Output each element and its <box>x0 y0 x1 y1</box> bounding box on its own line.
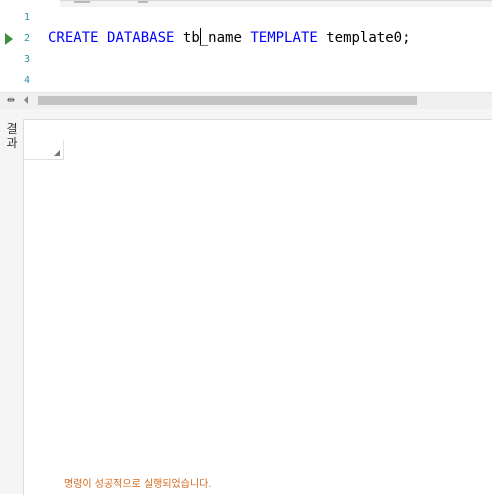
scrollbar-thumb[interactable] <box>38 96 417 105</box>
line-number: 4 <box>23 75 30 86</box>
identifier-part: tb <box>182 30 200 46</box>
play-arrow-icon <box>5 33 13 45</box>
results-pane: 결과 명령이 성공적으로 실행되었습니다. <box>0 109 492 495</box>
identifier-part: _name <box>199 30 242 46</box>
line-number: 2 <box>23 33 30 44</box>
sql-editor[interactable]: 1 2 CREATE DATABASE tb_name TEMPLATE tem… <box>0 0 492 92</box>
editor-line-1[interactable]: 1 <box>0 7 492 28</box>
template-value: template0; <box>326 30 411 46</box>
editor-tab-strip <box>60 0 492 7</box>
editor-line-3[interactable]: 3 <box>0 49 492 70</box>
split-handle-icon[interactable]: ⇹ <box>4 95 18 107</box>
keyword-create: CREATE <box>48 30 99 46</box>
keyword-database: DATABASE <box>107 30 175 46</box>
results-tab-label: 결과 <box>6 122 18 150</box>
keyword-template: TEMPLATE <box>250 30 318 46</box>
horizontal-scrollbar[interactable]: ⇹ <box>0 92 492 109</box>
tab-fragment <box>74 1 90 3</box>
results-grid[interactable]: 명령이 성공적으로 실행되었습니다. <box>23 119 492 495</box>
scroll-left-arrow-icon[interactable] <box>24 96 28 104</box>
tab-fragment <box>138 1 148 3</box>
corner-triangle-icon <box>54 150 60 156</box>
editor-line-2[interactable]: 2 CREATE DATABASE tb_name TEMPLATE templ… <box>0 28 492 49</box>
editor-line-4[interactable]: 4 <box>0 70 492 91</box>
grid-select-all-icon[interactable] <box>24 140 64 160</box>
line-number: 1 <box>23 12 30 23</box>
line-number: 3 <box>23 54 30 65</box>
tab-results[interactable]: 결과 <box>0 109 22 494</box>
status-message: 명령이 성공적으로 실행되었습니다. <box>64 479 212 490</box>
sql-statement[interactable]: CREATE DATABASE tb_name TEMPLATE templat… <box>48 28 411 49</box>
